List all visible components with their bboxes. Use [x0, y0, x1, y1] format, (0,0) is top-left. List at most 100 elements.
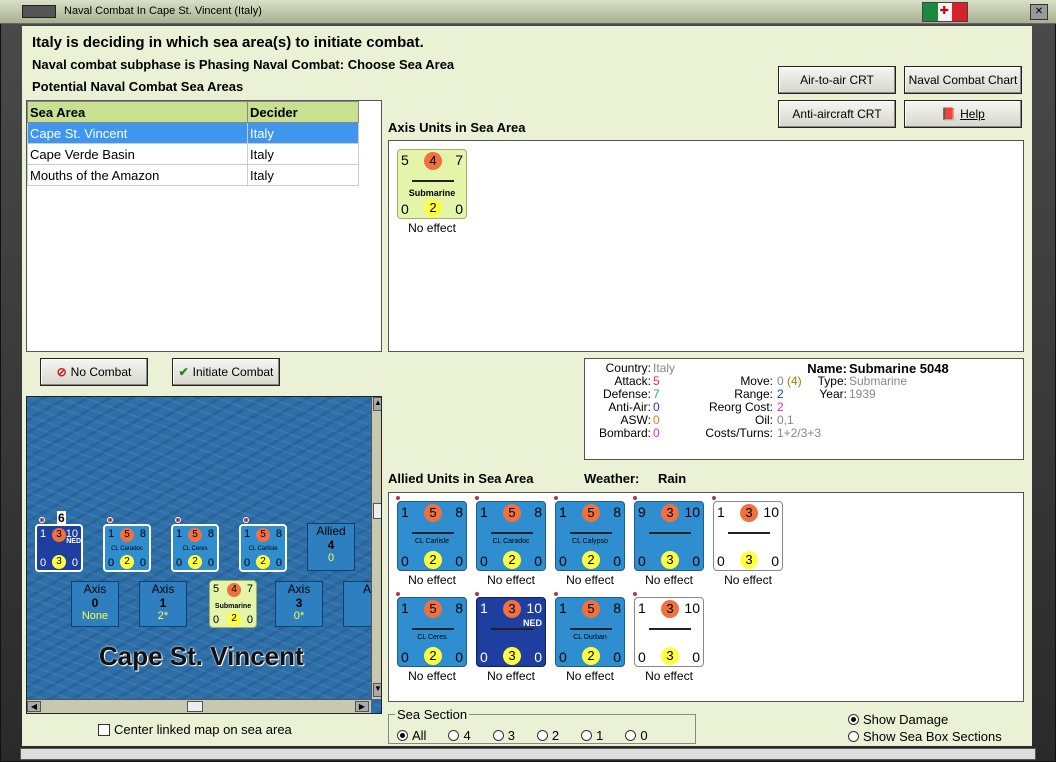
map-unit-counter[interactable]: 1 5 8 0 2 0 CL Caradoc [103, 524, 151, 572]
map-horizontal-scrollbar[interactable]: ◀ ▶ [27, 699, 371, 713]
sea-section-radio[interactable]: 4 [448, 728, 471, 743]
sea-section-option-label: 2 [551, 728, 560, 743]
table-row[interactable]: Cape Verde Basin Italy [27, 143, 359, 165]
country-value: Italy [653, 361, 676, 375]
no-combat-button[interactable]: ⊘ No Combat [40, 358, 148, 386]
scroll-thumb-h[interactable] [187, 701, 203, 712]
counter-attack: 4 [227, 583, 241, 597]
allied-unit-counter[interactable]: 1 5 8 0 2 0 CL Carlisle [397, 501, 467, 571]
allied-unit-counter[interactable]: 1 5 8 0 2 0 CL Ceres [397, 597, 467, 667]
cell-decider: Italy [247, 122, 359, 144]
oil-value: 0,1 [777, 413, 794, 427]
allied-unit-counter[interactable]: 1 5 8 0 2 0 CL Calypso [555, 501, 625, 571]
sea-section-radio[interactable]: 3 [492, 728, 515, 743]
reorg-value: 2 [777, 400, 784, 414]
radio-dot[interactable] [625, 730, 637, 741]
counter-name: NED [66, 538, 81, 545]
cell-area: Cape St. Vincent [27, 122, 248, 144]
air-to-air-crt-button[interactable]: Air-to-air CRT [778, 66, 896, 94]
counter-bl: 0 [401, 649, 409, 665]
axis-box[interactable]: Axis 0 None [71, 581, 119, 627]
sea-section-radio[interactable]: All [397, 728, 426, 743]
cell-decider: Italy [247, 143, 359, 165]
unit-marker-icon [243, 517, 249, 523]
window-menu-icon[interactable] [22, 5, 56, 18]
unit-effect: No effect [408, 573, 456, 587]
checkbox-box[interactable] [98, 723, 110, 736]
axis-box-label: Axis [151, 582, 175, 596]
radio-dot[interactable] [848, 731, 859, 742]
allied-box[interactable]: Allied 4 0 [307, 523, 355, 571]
counter-tr: 8 [207, 528, 214, 540]
counter-bc: 2 [503, 551, 521, 569]
table-row[interactable]: Cape St. Vincent Italy [27, 122, 359, 144]
allied-unit-counter[interactable]: 1 3 10 0 3 0 [634, 597, 704, 667]
anti-aircraft-crt-button[interactable]: Anti-aircraft CRT [778, 100, 896, 128]
scroll-down-icon[interactable]: ▼ [373, 683, 381, 697]
sea-section-radio[interactable]: 2 [536, 728, 560, 743]
show-damage-radio[interactable]: Show Damage [848, 712, 948, 727]
map-submarine-counter[interactable]: 5 4 7 Submarine 0 2 0 [209, 580, 257, 628]
scroll-left-icon[interactable]: ◀ [27, 701, 41, 712]
naval-combat-chart-button[interactable]: Naval Combat Chart [904, 66, 1022, 94]
counter-tr: 8 [139, 528, 146, 540]
status-line-1: Italy is deciding in which sea area(s) t… [32, 34, 424, 51]
allied-unit-counter[interactable]: 1 3 10 0 3 0 [713, 501, 783, 571]
sea-section-radio[interactable]: 0 [625, 728, 648, 743]
table-row[interactable]: Mouths of the Amazon Italy [27, 164, 359, 186]
allied-unit-counter[interactable]: 1 5 8 0 2 0 CL Caradoc [476, 501, 546, 571]
counter-bottom-left: 0 [213, 614, 220, 626]
no-combat-label: No Combat [70, 365, 132, 379]
counter-tc: 3 [503, 600, 521, 618]
show-sea-box-radio[interactable]: Show Sea Box Sections [848, 729, 1002, 744]
map-unit-counter[interactable]: 1 3 10 0 3 0 NED [35, 524, 83, 572]
counter-tl: 1 [480, 504, 488, 520]
counter-name: CL Caradoc [111, 546, 143, 552]
year-value: 1939 [849, 387, 876, 401]
sea-area-map[interactable]: 6 1 3 10 0 3 0 NED 1 5 8 0 2 0 CL Caradoc 1 5 8 0 2 0 CL Cer… [26, 396, 382, 714]
radio-dot[interactable] [581, 730, 593, 741]
counter-tr: 8 [613, 504, 621, 520]
initiate-combat-button[interactable]: ✔ Initiate Combat [172, 358, 280, 386]
radio-dot[interactable] [536, 730, 548, 741]
counter-bl: 0 [40, 557, 47, 569]
map-unit-counter[interactable]: 1 5 8 0 2 0 CL Ceres [171, 524, 219, 572]
map-vertical-scrollbar[interactable]: ▲ ▼ [371, 397, 381, 699]
allied-unit-counter[interactable]: 1 3 10 0 3 0 NED [476, 597, 546, 667]
attack-label: Attack: [614, 374, 651, 388]
counter-tc: 3 [661, 600, 679, 618]
counter-br: 0 [455, 553, 463, 569]
allied-box-value: 4 [327, 538, 335, 552]
axis-box[interactable]: Axis 3 0* [275, 581, 323, 627]
defense-value: 7 [653, 387, 660, 401]
axis-box-label: Axis [287, 582, 311, 596]
counter-tl: 1 [176, 528, 183, 540]
sea-section-option-label: 3 [507, 728, 515, 743]
radio-dot[interactable] [448, 730, 460, 741]
status-line-2: Naval combat subphase is Phasing Naval C… [32, 57, 455, 72]
axis-unit-counter[interactable]: 5 4 7 Submarine 0 2 0 [397, 149, 467, 219]
scroll-right-icon[interactable]: ▶ [355, 701, 369, 712]
counter-bottom-right: 0 [455, 201, 463, 217]
ship-icon [491, 528, 533, 534]
check-icon: ✔ [178, 365, 189, 379]
scroll-thumb[interactable] [373, 503, 381, 519]
allied-unit-counter[interactable]: 9 3 10 0 3 0 [634, 501, 704, 571]
defense-label: Defense: [602, 387, 651, 401]
map-unit-counter[interactable]: 1 5 8 0 2 0 CL Carlisle [239, 524, 287, 572]
radio-dot[interactable] [848, 714, 859, 725]
sea-section-radio[interactable]: 1 [581, 728, 603, 743]
axis-box[interactable]: Axis 1 2* [139, 581, 187, 627]
center-map-checkbox[interactable]: Center linked map on sea area [98, 722, 292, 737]
counter-bl: 0 [559, 553, 567, 569]
radio-dot[interactable] [397, 730, 408, 741]
radio-dot[interactable] [492, 730, 504, 741]
counter-tl: 1 [559, 504, 567, 520]
help-button[interactable]: 📕 Help [904, 100, 1022, 128]
show-damage-label: Show Damage [863, 712, 949, 727]
scroll-up-icon[interactable]: ▲ [373, 397, 381, 411]
cell-area: Mouths of the Amazon [27, 164, 248, 186]
close-icon[interactable]: ✕ [1030, 4, 1048, 20]
allied-unit-counter[interactable]: 1 5 8 0 2 0 CL Durban [555, 597, 625, 667]
sea-section-options: All 4 3 2 1 0 [397, 728, 648, 743]
